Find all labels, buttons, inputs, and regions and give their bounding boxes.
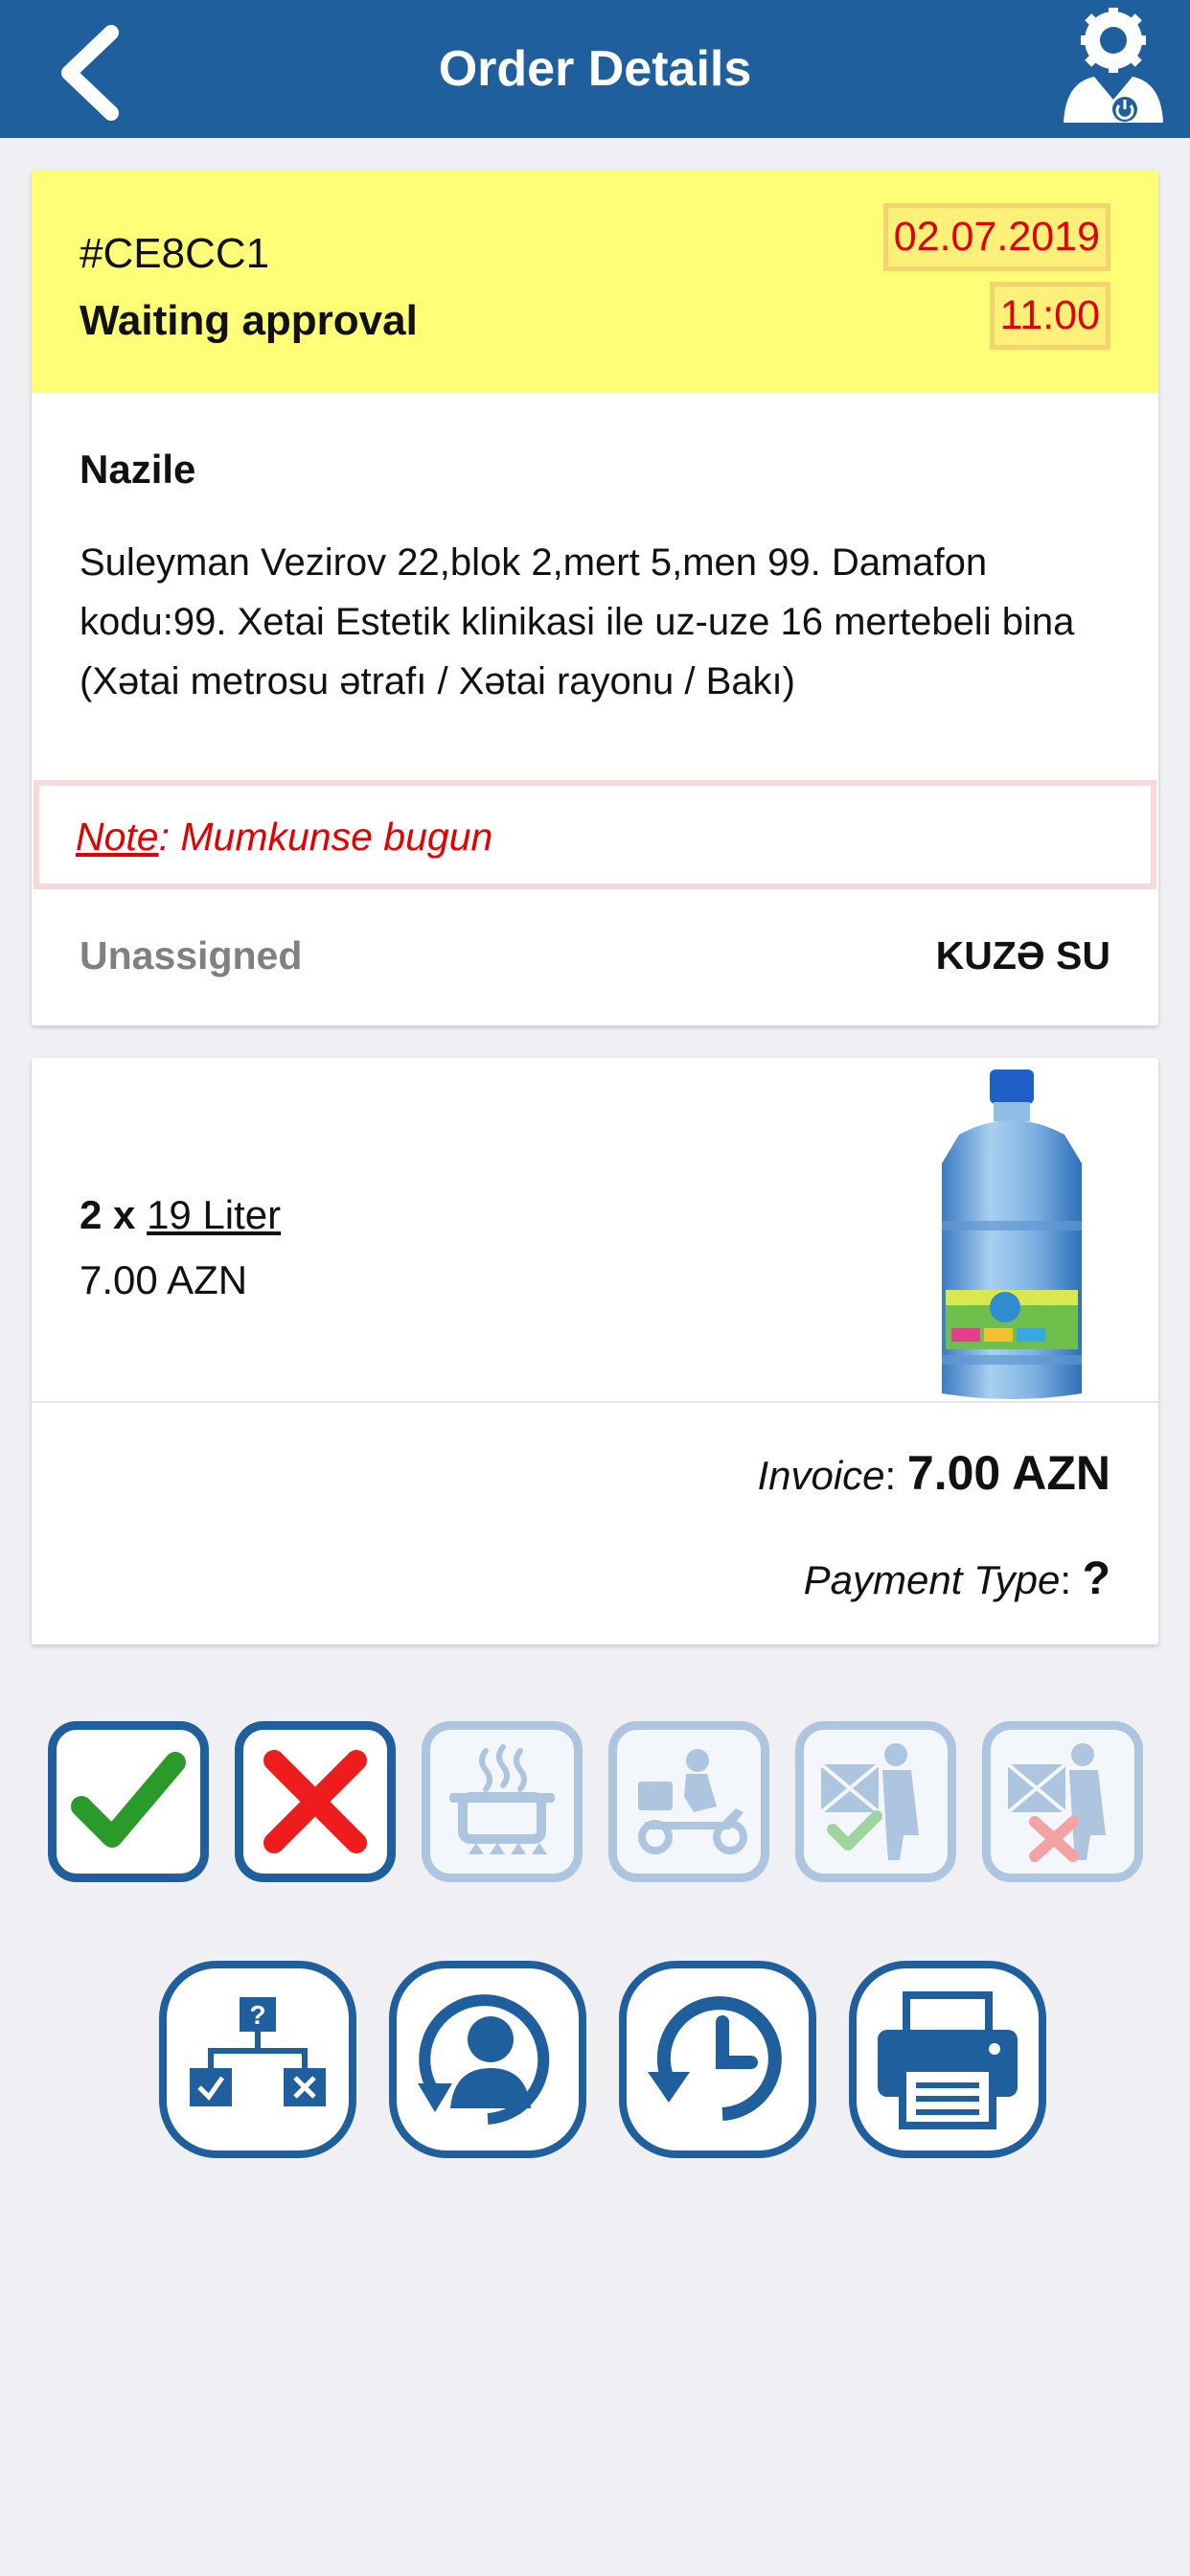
cooking-pot-icon [449, 1744, 555, 1854]
print-button[interactable] [849, 1961, 1046, 2158]
courier-cross-icon [1006, 1743, 1106, 1862]
product-row: 2 x 19 Liter 7.00 AZN [32, 1058, 1158, 1401]
checkmark-icon [71, 1752, 186, 1848]
payment-label: Payment Type [803, 1557, 1061, 1602]
payment-type: Payment Type: ? [803, 1553, 1110, 1604]
decision-tree-icon: ? [190, 1997, 326, 2106]
customer-address: Suleyman Vezirov 22,blok 2,mert 5,men 99… [80, 541, 1075, 702]
product-line: 2 x 19 Liter [80, 1192, 281, 1238]
reassign-button[interactable] [389, 1961, 586, 2158]
profile-settings-button[interactable] [1056, 8, 1171, 128]
product-price: 7.00 AZN [80, 1257, 248, 1302]
cross-icon [263, 1750, 367, 1853]
history-button[interactable] [619, 1961, 816, 2158]
svg-text:?: ? [249, 2000, 265, 2030]
order-date: 02.07.2019 [882, 203, 1110, 271]
delivering-button[interactable] [608, 1721, 769, 1882]
product-card: 2 x 19 Liter 7.00 AZN Invoice: 7.00 AZN … [32, 1058, 1158, 1644]
note-label: Note [76, 815, 159, 859]
history-clock-icon [648, 1996, 782, 2121]
courier-check-icon [819, 1743, 919, 1860]
preparing-button[interactable] [422, 1721, 583, 1882]
payment-value: ? [1082, 1553, 1110, 1604]
app-header: Order Details [0, 0, 1190, 138]
note-text: Note: Mumkunse bugun [76, 815, 492, 860]
product-name-link[interactable]: 19 Liter [147, 1192, 281, 1237]
decision-button[interactable]: ? [159, 1961, 356, 2158]
invoice-total: Invoice: 7.00 AZN [757, 1446, 1110, 1500]
order-card: #CE8CC1 Waiting approval 02.07.2019 11:0… [32, 171, 1158, 1025]
order-id: #CE8CC1 [80, 230, 270, 277]
user-rotate-icon [418, 1994, 550, 2125]
order-header: #CE8CC1 Waiting approval 02.07.2019 11:0… [32, 171, 1158, 393]
order-time: 11:00 [989, 282, 1110, 350]
delivery-scooter-icon [638, 1749, 747, 1854]
note-content: : Mumkunse bugun [158, 815, 493, 859]
order-note: Note: Mumkunse bugun [34, 780, 1156, 889]
approve-button[interactable] [48, 1721, 209, 1882]
supplier-name: KUZƏ SU [935, 933, 1110, 978]
printer-icon [878, 1991, 1018, 2129]
water-bottle-image [942, 1070, 1082, 1399]
assignment-status[interactable]: Unassigned [80, 933, 302, 978]
invoice-label: Invoice [757, 1453, 885, 1498]
product-quantity: 2 x [80, 1192, 136, 1237]
reject-button[interactable] [235, 1721, 396, 1882]
customer-name: Nazile [80, 447, 196, 492]
user-gear-icon [1064, 8, 1163, 123]
invoice-value: 7.00 AZN [906, 1446, 1110, 1500]
order-status: Waiting approval [80, 297, 418, 344]
divider [32, 1401, 1158, 1403]
delivered-button[interactable] [795, 1721, 956, 1882]
page-title: Order Details [438, 41, 752, 97]
not-delivered-button[interactable] [982, 1721, 1143, 1882]
